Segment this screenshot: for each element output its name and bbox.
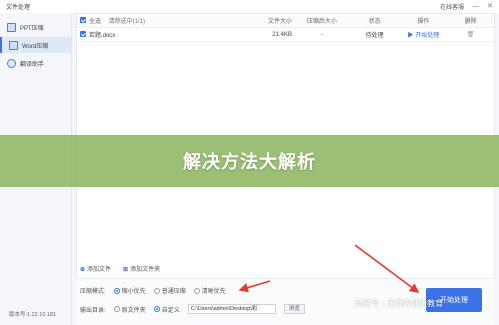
word-compress-icon [9, 40, 18, 50]
output-path-field[interactable]: C:\Users\admin\Desktop\彩 [187, 304, 276, 314]
window-title: 文件处理 [6, 5, 31, 11]
watermark-separator: | [382, 298, 385, 308]
start-process-link[interactable]: 开始处理 [415, 33, 439, 39]
add-file-label: 添加文件 [87, 267, 112, 273]
clear-selected-link[interactable]: 清除选中(1/1) [109, 19, 145, 25]
select-all-checkbox[interactable] [80, 17, 86, 24]
title-bar: 文件处理 在线客服 — ✕ [0, 0, 499, 13]
file-name: 若题.docx [88, 33, 116, 39]
output-radio-original[interactable]: 原文件夹 [113, 305, 146, 314]
radio-dot [153, 287, 160, 294]
table-header: 全选 清除选中(1/1) 文件大小 压缩后大小 状态 操作 删除 [77, 14, 494, 28]
header-operation: 操作 [417, 19, 430, 25]
radio-label: 缩小优先 [121, 289, 146, 295]
radio-label: 原文件夹 [121, 307, 146, 314]
sidebar-item-ppt-compress[interactable]: PPT压缩 [0, 19, 71, 35]
file-size: 21.4KB [272, 31, 292, 38]
trash-icon[interactable]: 🗑 [467, 32, 475, 38]
minimize-icon[interactable]: — [472, 3, 479, 10]
compressed-size: - [320, 31, 323, 38]
sidebar-item-word-compress[interactable]: Word压缩 [0, 37, 71, 53]
title-banner: 解决方法大解析 [0, 135, 499, 187]
mode-radio-normal[interactable]: 普通压缩 [153, 286, 186, 295]
select-all-label: 全选 [88, 19, 101, 25]
header-delete: 删除 [464, 19, 477, 25]
play-icon[interactable]: ▶ [408, 33, 414, 39]
version-text: 版本号:1.22.10.181 [9, 312, 57, 318]
add-bar: ⊕ 添加文件 ⊞ 添加文件夹 [76, 263, 495, 274]
radio-dot [113, 306, 120, 312]
output-dir-row: 输出目录: 原文件夹 自定义 C:\Users\admin\Desktop\彩 … [80, 304, 305, 314]
watermark-name: 无涯的健康教育 [387, 298, 444, 308]
row-checkbox[interactable] [80, 31, 86, 38]
add-file-button[interactable]: ⊕ 添加文件 [80, 264, 111, 273]
output-dir-label: 输出目录: [80, 307, 106, 314]
sidebar-item-label: PPT压缩 [20, 25, 44, 32]
mode-radio-clarity[interactable]: 清晰优先 [193, 286, 226, 295]
radio-dot [193, 287, 200, 294]
folder-plus-icon: ⊞ [123, 267, 129, 273]
mode-radio-smallest[interactable]: 缩小优先 [113, 286, 146, 295]
radio-dot [153, 306, 160, 312]
radio-label: 清晰优先 [201, 289, 226, 295]
watermark-brand: 网易号 [355, 298, 379, 308]
customer-service-link[interactable]: 在线客服 [440, 2, 464, 11]
header-size: 文件大小 [267, 19, 292, 25]
ppt-compress-icon [7, 22, 16, 32]
radio-label: 普通压缩 [161, 289, 186, 295]
sidebar-item-label: Word压缩 [22, 43, 49, 50]
browse-button[interactable]: 浏览 [283, 304, 305, 314]
sidebar-item-label: 翻译助手 [20, 61, 45, 68]
output-radio-custom[interactable]: 自定义 [153, 305, 180, 314]
close-icon[interactable]: ✕ [487, 3, 493, 10]
compress-mode-row: 压缩模式: 缩小优先 普通压缩 清晰优先 [80, 286, 226, 295]
translate-icon [7, 58, 16, 68]
header-status: 状态 [368, 19, 381, 25]
file-status: 待处理 [365, 33, 384, 39]
plus-icon: ⊕ [80, 267, 86, 273]
sidebar-item-translate[interactable]: 翻译助手 [0, 55, 71, 71]
header-compressed-size: 压缩后大小 [306, 19, 337, 25]
radio-label: 自定义 [161, 307, 180, 314]
radio-dot [113, 287, 120, 294]
add-folder-label: 添加文件夹 [130, 267, 161, 273]
banner-text: 解决方法大解析 [183, 152, 316, 172]
table-row[interactable]: 若题.docx 21.4KB - 待处理 ▶ 开始处理 🗑 [77, 28, 494, 42]
watermark: 网易号 | 无涯的健康教育 [355, 296, 495, 310]
add-folder-button[interactable]: ⊞ 添加文件夹 [123, 264, 160, 273]
compress-mode-label: 压缩模式: [80, 289, 106, 295]
